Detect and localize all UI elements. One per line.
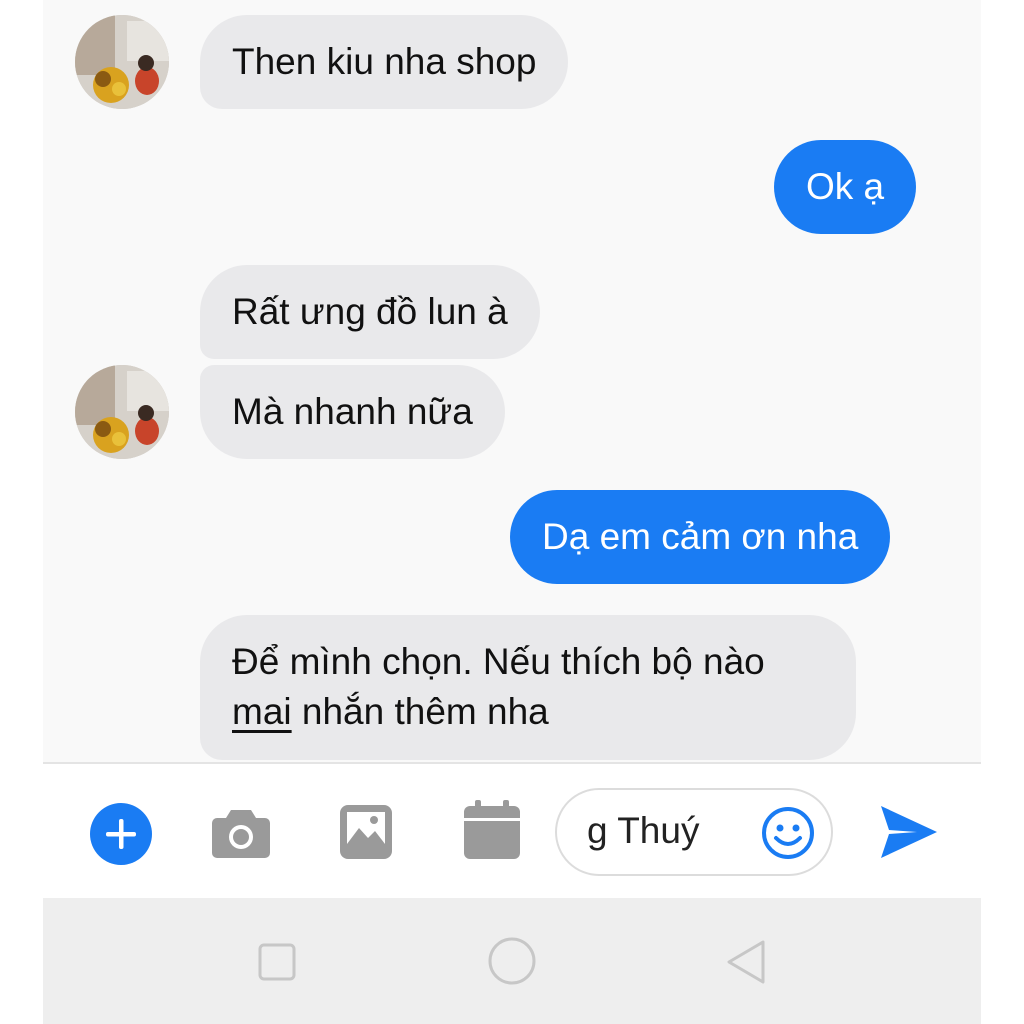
message-bubble-outgoing[interactable]: Ok ạ — [774, 140, 917, 234]
home-icon[interactable] — [487, 936, 537, 991]
message-bubble-incoming[interactable]: Then kiu nha shop — [200, 15, 569, 109]
smiley-icon[interactable] — [761, 806, 815, 865]
camera-icon[interactable] — [211, 806, 271, 865]
message-text-line: mai nhắn thêm nha — [232, 687, 824, 737]
contact-avatar[interactable] — [75, 15, 169, 109]
gallery-icon[interactable] — [339, 804, 393, 865]
message-text: Rất ưng đồ lun à — [232, 291, 508, 332]
message-bubble-incoming[interactable]: Để mình chọn. Nếu thích bộ nào mai nhắn … — [200, 615, 856, 760]
message-text: nhắn thêm nha — [291, 691, 549, 732]
recents-icon[interactable] — [257, 942, 297, 987]
send-icon[interactable] — [879, 802, 939, 867]
message-composer — [43, 762, 981, 900]
system-navigation-bar — [43, 898, 981, 1024]
message-bubble-incoming[interactable]: Rất ưng đồ lun à — [200, 265, 540, 359]
conversation-thread[interactable]: Then kiu nha shop Ok ạ Rất ưng đồ lun à … — [43, 0, 981, 762]
message-text: Ok ạ — [806, 166, 885, 207]
message-bubble-incoming[interactable]: Mà nhanh nữa — [200, 365, 505, 459]
message-bubble-outgoing[interactable]: Dạ em cảm ơn nha — [510, 490, 891, 584]
message-text-line: Để mình chọn. Nếu thích bộ nào — [232, 641, 765, 682]
message-text: Mà nhanh nữa — [232, 391, 473, 432]
calendar-icon[interactable] — [463, 800, 521, 865]
message-input-box[interactable] — [555, 788, 833, 876]
message-text: Dạ em cảm ơn nha — [542, 516, 859, 557]
plus-icon[interactable] — [89, 802, 153, 871]
message-text: Then kiu nha shop — [232, 41, 537, 82]
message-link[interactable]: mai — [232, 691, 292, 732]
back-icon[interactable] — [723, 938, 769, 991]
messenger-screen: Then kiu nha shop Ok ạ Rất ưng đồ lun à … — [43, 0, 981, 1024]
contact-avatar[interactable] — [75, 365, 169, 459]
message-input[interactable] — [587, 810, 747, 852]
